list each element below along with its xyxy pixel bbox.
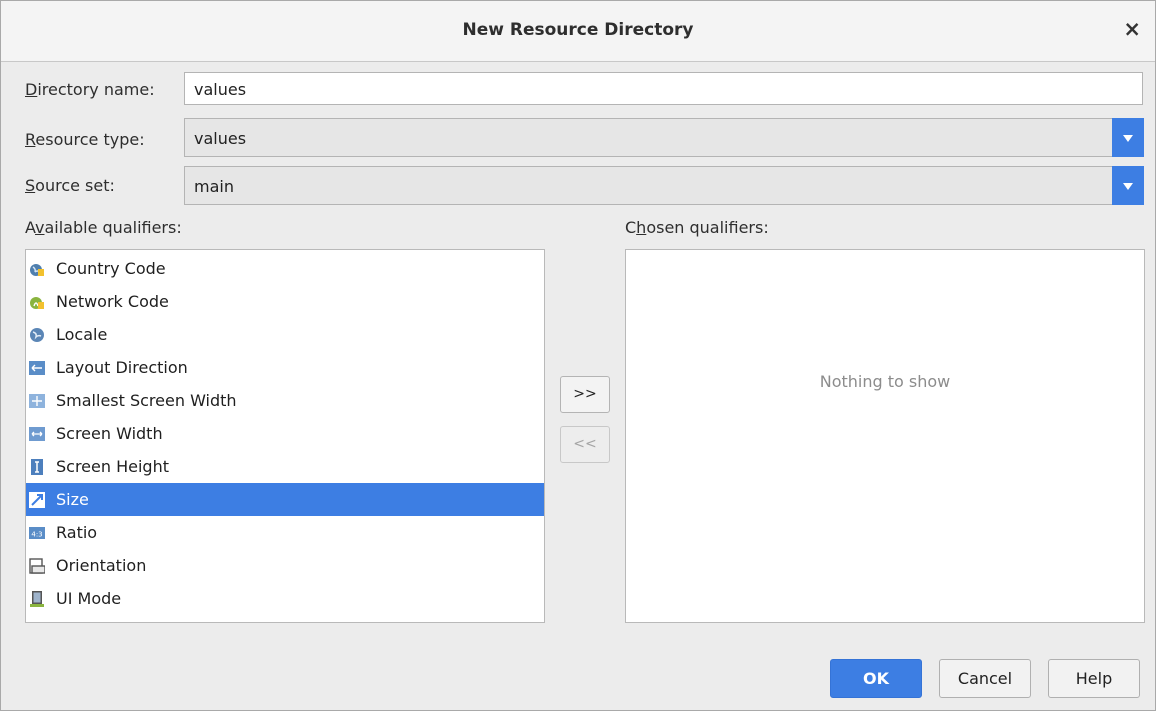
list-item[interactable]: Orientation bbox=[26, 549, 544, 582]
directory-name-field[interactable]: values bbox=[184, 72, 1143, 105]
chosen-qualifiers-list[interactable]: Nothing to show bbox=[625, 249, 1145, 623]
close-icon[interactable]: × bbox=[1123, 18, 1141, 40]
network-code-icon bbox=[30, 297, 44, 309]
title-bar: New Resource Directory × bbox=[1, 1, 1155, 62]
source-set-label: Source set: bbox=[25, 176, 115, 195]
ui-mode-icon bbox=[30, 591, 44, 607]
list-item[interactable]: Screen Width bbox=[26, 417, 544, 450]
chosen-qualifiers-label: Chosen qualifiers: bbox=[625, 218, 769, 237]
directory-name-label: Directory name: bbox=[25, 80, 155, 99]
list-item[interactable]: 4:3 Ratio bbox=[26, 516, 544, 549]
svg-text:4:3: 4:3 bbox=[31, 531, 42, 539]
list-item[interactable]: Layout Direction bbox=[26, 351, 544, 384]
add-qualifier-button[interactable]: >> bbox=[560, 376, 610, 413]
remove-qualifier-button[interactable]: << bbox=[560, 426, 610, 463]
layout-direction-icon bbox=[29, 361, 45, 375]
cancel-button[interactable]: Cancel bbox=[939, 659, 1031, 698]
empty-state-text: Nothing to show bbox=[819, 372, 951, 391]
list-item[interactable]: Country Code bbox=[26, 252, 544, 285]
available-qualifiers-label: Available qualifiers: bbox=[25, 218, 182, 237]
country-code-icon bbox=[30, 264, 44, 276]
dialog-title: New Resource Directory bbox=[462, 20, 694, 40]
chevron-down-icon[interactable] bbox=[1112, 166, 1144, 205]
list-item[interactable]: Locale bbox=[26, 318, 544, 351]
smallest-width-icon bbox=[29, 394, 45, 408]
globe-icon bbox=[30, 328, 44, 342]
chevron-down-icon[interactable] bbox=[1112, 118, 1144, 157]
list-item[interactable]: Screen Height bbox=[26, 450, 544, 483]
ratio-icon: 4:3 bbox=[29, 527, 45, 539]
list-item[interactable]: Smallest Screen Width bbox=[26, 384, 544, 417]
new-resource-directory-dialog: New Resource Directory × Directory name:… bbox=[0, 0, 1156, 711]
list-item[interactable]: UI Mode bbox=[26, 582, 544, 615]
resource-type-label: Resource type: bbox=[25, 130, 145, 149]
ok-button[interactable]: OK bbox=[830, 659, 922, 698]
source-set-select[interactable]: main bbox=[184, 166, 1144, 205]
list-item[interactable]: Size bbox=[26, 483, 544, 516]
size-icon bbox=[29, 492, 45, 508]
screen-width-icon bbox=[29, 427, 45, 441]
screen-height-icon bbox=[31, 459, 43, 475]
help-button[interactable]: Help bbox=[1048, 659, 1140, 698]
orientation-icon bbox=[29, 558, 45, 574]
list-item[interactable]: Network Code bbox=[26, 285, 544, 318]
available-qualifiers-list[interactable]: Country Code Network Code Locale Layout … bbox=[25, 249, 545, 623]
resource-type-select[interactable]: values bbox=[184, 118, 1144, 157]
